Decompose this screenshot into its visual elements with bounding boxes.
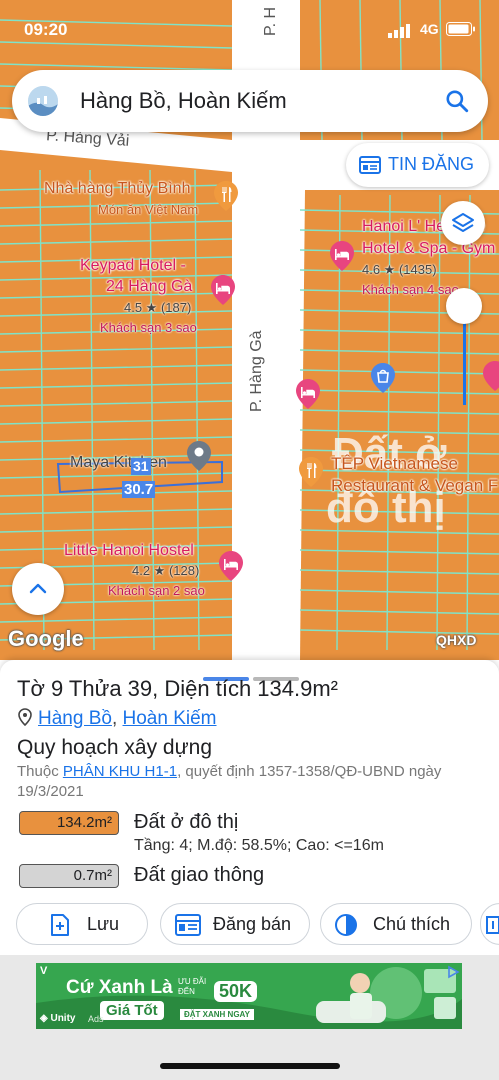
post-sale-label: Đăng bán [213, 914, 292, 934]
ad-area: V Cứ Xanh Là Giá Tốt ƯU ĐÃI ĐẾN 50K ĐẶT … [0, 955, 499, 1080]
status-time: 09:20 [24, 20, 68, 39]
land-use-area-pill: 134.2m² [19, 811, 119, 835]
hotel-pin-icon[interactable] [210, 274, 236, 306]
shopping-pin-icon[interactable] [370, 362, 396, 394]
land-use-detail: Tầng: 4; M.độ: 58.5%; Cao: <=16m [134, 837, 384, 854]
listing-icon [359, 156, 381, 174]
tin-dang-label: TIN ĐĂNG [388, 154, 475, 174]
battery-icon [446, 22, 475, 36]
legend-button[interactable]: Chú thích [320, 903, 472, 945]
restaurant-pin-icon[interactable] [298, 456, 324, 488]
poi-keypad-name-line2[interactable]: 24 Hàng Gà [106, 278, 192, 296]
legend-label: Chú thích [373, 914, 451, 934]
network-type: 4G [420, 21, 439, 37]
land-use-name: Đất ở đô thị [134, 811, 239, 833]
hotel-pin-icon[interactable] [295, 378, 321, 410]
save-label: Lưu [87, 914, 120, 934]
parcel-edge-length: 30.7 [122, 481, 156, 498]
search-icon[interactable] [444, 88, 470, 114]
poi-thuy-binh-name[interactable]: Nhà hàng Thủy Bình [44, 180, 190, 198]
contrast-icon [335, 914, 357, 936]
hotel-pin-icon[interactable] [329, 240, 355, 272]
search-input[interactable]: Hàng Bồ, Hoàn Kiếm [80, 88, 287, 114]
vinfast-logo: V [40, 965, 48, 977]
hotel-pin-icon[interactable] [482, 360, 499, 392]
home-indicator [160, 1063, 340, 1069]
ads-tag: Ads [88, 1014, 104, 1024]
cellular-signal-icon [388, 24, 410, 38]
app-logo-icon [28, 86, 58, 116]
poi-hanoi-l-rating: 4.6 ★ (1435) [362, 262, 437, 277]
layers-button[interactable] [441, 201, 485, 245]
save-button[interactable]: Lưu [16, 903, 148, 945]
poi-keypad-rating: 4.5 ★ (187) [124, 300, 192, 315]
status-bar: 09:20 4G [0, 0, 499, 56]
restaurant-pin-icon[interactable] [213, 180, 239, 212]
opacity-slider-handle[interactable] [446, 288, 482, 324]
layers-icon [452, 213, 474, 232]
planning-desc-prefix: Thuộc [17, 763, 63, 780]
ad-cta[interactable]: ĐẶT XANH NGAY [180, 1009, 254, 1020]
parcel-location: Hàng Bồ, Hoàn Kiếm [18, 708, 217, 730]
poi-little-hanoi-rating: 4.2 ★ (128) [132, 563, 200, 578]
map-view[interactable]: Đất ở đô thị P. Hàng Vải P. Hàng Gà P. H… [0, 0, 499, 665]
poi-thuy-binh-sub: Món ăn Việt Nam [98, 202, 199, 217]
poi-little-hanoi-sub: Khách sạn 2 sao [108, 583, 205, 598]
place-pin-icon[interactable] [186, 440, 212, 472]
poi-keypad-sub: Khách sạn 3 sao [100, 320, 197, 335]
qhxd-label: QHXD [436, 632, 477, 648]
ad-headline-2: Giá Tốt [100, 1001, 164, 1020]
street-label-hang-ga: P. Hàng Gà [248, 330, 265, 412]
land-use-name: Đất giao thông [134, 864, 265, 886]
ad-banner[interactable]: V Cứ Xanh Là Giá Tốt ƯU ĐÃI ĐẾN 50K ĐẶT … [36, 963, 462, 1029]
district-link[interactable]: Hoàn Kiếm [123, 708, 217, 729]
ad-brand: Unity [50, 1013, 76, 1024]
poi-maya-name[interactable]: Maya Kitchen [70, 454, 167, 472]
poi-little-hanoi-name[interactable]: Little Hanoi Hostel [64, 542, 194, 560]
add-icon [486, 916, 499, 934]
parcel-number-label: 31 [131, 458, 151, 475]
post-sale-button[interactable]: Đăng bán [160, 903, 310, 945]
ad-headline-1: Cứ Xanh Là [66, 977, 173, 998]
chevron-up-icon [29, 583, 47, 594]
poi-hanoi-l-name-line2[interactable]: Hotel & Spa - Gym [362, 240, 495, 258]
poi-tep-name-line1[interactable]: TÊP Vietnamese [331, 454, 458, 474]
tin-dang-button[interactable]: TIN ĐĂNG [346, 143, 489, 187]
poi-keypad-name-line1[interactable]: Keypad Hotel - [80, 257, 186, 275]
ad-promo-value: 50K [214, 981, 258, 1002]
land-use-area-pill: 0.7m² [19, 864, 119, 888]
listing-icon [175, 914, 201, 936]
poi-tep-name-line2[interactable]: Restaurant & Vegan F [331, 476, 498, 496]
location-pin-icon [18, 708, 32, 727]
more-actions-button[interactable] [480, 903, 499, 945]
hotel-pin-icon[interactable] [218, 550, 244, 582]
zone-link[interactable]: PHÂN KHU H1-1 [63, 763, 177, 780]
add-file-icon [51, 914, 69, 936]
unity-logo: ◈ Unity [40, 1013, 76, 1024]
expand-sheet-button[interactable] [12, 563, 64, 615]
ad-choices-icon[interactable] [446, 965, 460, 979]
search-bar[interactable]: Hàng Bồ, Hoàn Kiếm [12, 70, 488, 132]
parcel-title: Tờ 9 Thửa 39, Diện tích 134.9m² [17, 676, 339, 701]
planning-description: Thuộc PHÂN KHU H1-1, quyết định 1357-135… [17, 762, 487, 802]
ad-promo-top: ƯU ĐÃI ĐẾN [178, 977, 207, 996]
poi-hanoi-l-sub: Khách sạn 4 sao [362, 282, 459, 297]
planning-section-title: Quy hoạch xây dựng [17, 736, 213, 759]
google-logo: Google [8, 626, 84, 651]
ward-link[interactable]: Hàng Bồ [38, 708, 112, 729]
